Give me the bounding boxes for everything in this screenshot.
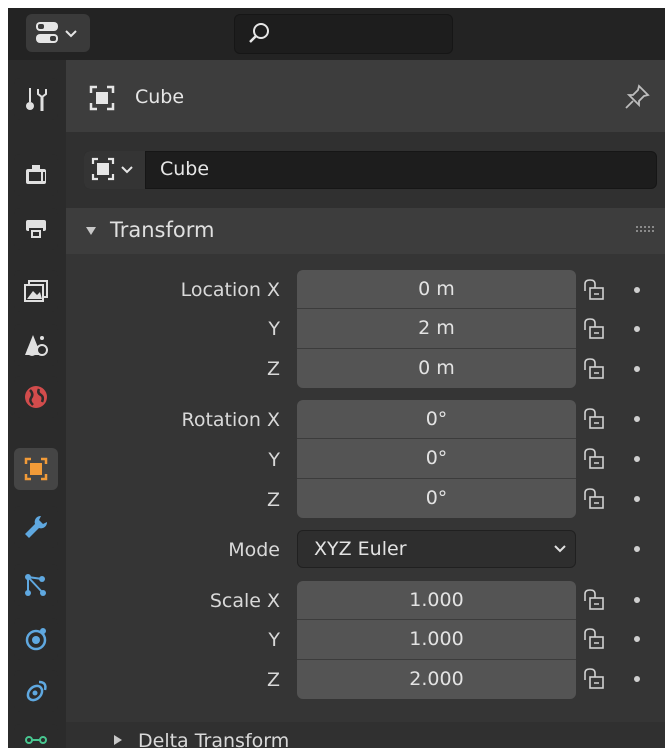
object-browse-button[interactable] [84, 151, 146, 189]
expand-triangle-icon [114, 735, 122, 745]
lock-rotation-y-icon[interactable] [583, 448, 607, 470]
keyframe-dot-location-y[interactable] [634, 326, 640, 332]
delta-transform-panel-title[interactable]: Delta Transform [138, 730, 289, 752]
rotation-mode-select[interactable]: XYZ Euler [297, 530, 576, 568]
lock-location-y-icon[interactable] [583, 318, 607, 340]
tool-tab[interactable] [14, 78, 58, 120]
chevron-down-icon [121, 166, 133, 174]
rotation-z-label: Z [266, 489, 280, 511]
header-object-name: Cube [135, 86, 185, 108]
constraints-icon [26, 680, 47, 702]
object-icon [91, 157, 133, 181]
keyframe-dot-rotation-x[interactable] [634, 416, 640, 422]
collapse-triangle-icon [86, 227, 96, 235]
rotation-z-field[interactable]: 0° [297, 479, 576, 518]
keyframe-dot-location-z[interactable] [634, 366, 640, 372]
scene-tab[interactable] [14, 324, 58, 366]
location-z-field[interactable]: 0 m [297, 349, 576, 388]
lock-location-x-icon[interactable] [583, 279, 607, 301]
location-x-field[interactable]: 0 m [297, 270, 576, 308]
view-layer-icon [24, 280, 48, 302]
keyframe-dot-rotation-z[interactable] [634, 496, 640, 502]
keyframe-dot-scale-y[interactable] [634, 636, 640, 642]
keyframe-dot-scale-z[interactable] [634, 676, 640, 682]
lock-rotation-z-icon[interactable] [583, 488, 607, 510]
editor-type-button[interactable] [26, 14, 90, 52]
scale-y-label: Y [268, 629, 280, 651]
output-tab[interactable] [14, 208, 58, 250]
rotation-x-label: Rotation X [181, 409, 280, 431]
keyframe-dot-location-x[interactable] [634, 287, 640, 293]
particles-icon [25, 574, 46, 596]
scale-y-field[interactable]: 1.000 [297, 620, 576, 659]
lock-scale-x-icon[interactable] [583, 589, 607, 611]
render-tab[interactable] [14, 154, 58, 196]
physics-tab[interactable] [14, 618, 58, 660]
rotation-x-field[interactable]: 0° [297, 400, 576, 438]
lock-rotation-x-icon[interactable] [583, 408, 607, 430]
location-y-field[interactable]: 2 m [297, 309, 576, 348]
render-icon [26, 165, 46, 184]
search-icon [249, 23, 269, 43]
particles-tab[interactable] [14, 564, 58, 606]
rotation-mode-value: XYZ Euler [314, 538, 407, 560]
transform-panel-title: Transform [110, 218, 215, 242]
modifiers-tab[interactable] [14, 506, 58, 548]
keyframe-dot-scale-x[interactable] [634, 597, 640, 603]
pin-icon[interactable] [622, 82, 652, 112]
scene-icon [25, 335, 48, 356]
world-tab[interactable] [14, 376, 58, 418]
constraints-tab[interactable] [14, 670, 58, 712]
data-icon [25, 736, 47, 744]
object-name-value: Cube [160, 158, 210, 180]
rotation-y-field[interactable]: 0° [297, 439, 576, 478]
keyframe-dot-rotation-y[interactable] [634, 456, 640, 462]
object-icon [89, 85, 115, 111]
object-tab[interactable] [14, 448, 58, 490]
world-icon [25, 386, 47, 408]
object-icon [24, 457, 48, 481]
search-input[interactable] [234, 14, 453, 54]
lock-scale-y-icon[interactable] [583, 628, 607, 650]
tool-icon [26, 88, 47, 111]
keyframe-dot-rotation-mode[interactable] [634, 546, 640, 552]
scale-x-field[interactable]: 1.000 [297, 581, 576, 619]
location-x-label: Location X [180, 279, 280, 301]
physics-icon [25, 628, 47, 651]
chevron-down-icon [554, 545, 566, 553]
view-layer-tab[interactable] [14, 270, 58, 312]
printer-icon [26, 220, 46, 240]
drag-handle-icon[interactable] [636, 225, 658, 235]
lock-location-z-icon[interactable] [583, 358, 607, 380]
location-z-label: Z [266, 358, 280, 380]
lock-scale-z-icon[interactable] [583, 668, 607, 690]
scale-z-label: Z [266, 669, 280, 691]
data-tab[interactable] [14, 724, 58, 748]
editor-type-icon [36, 22, 77, 43]
scale-x-label: Scale X [209, 590, 280, 612]
wrench-icon [25, 515, 48, 538]
scale-z-field[interactable]: 2.000 [297, 660, 576, 699]
location-y-label: Y [268, 318, 280, 340]
rotation-mode-label: Mode [228, 539, 280, 561]
rotation-y-label: Y [268, 449, 280, 471]
